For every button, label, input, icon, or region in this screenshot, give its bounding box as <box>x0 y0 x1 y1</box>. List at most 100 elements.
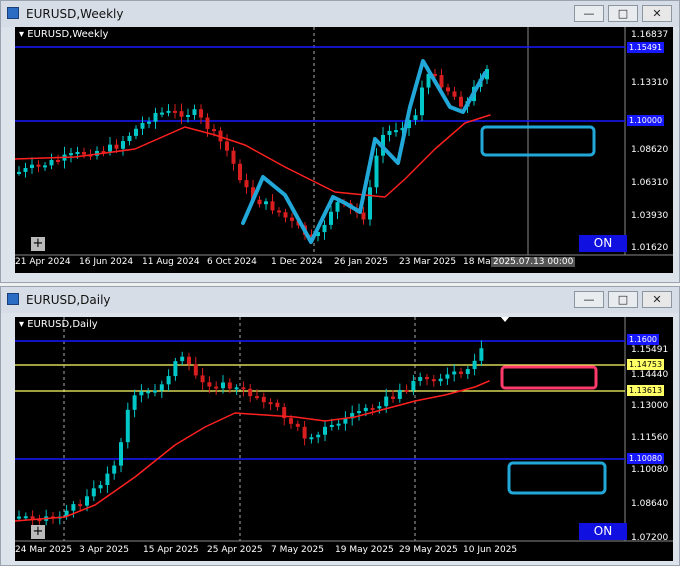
candle-body <box>459 371 463 374</box>
candle-body <box>119 442 123 466</box>
candle-body <box>438 378 443 382</box>
candle-body <box>207 382 212 387</box>
candle-body <box>241 387 246 390</box>
plus-icon[interactable]: + <box>31 237 45 251</box>
candle-body <box>192 109 197 115</box>
candle-body <box>114 144 119 149</box>
candle-body <box>214 386 219 389</box>
plus-icon[interactable]: + <box>31 525 45 539</box>
candle-body <box>329 211 333 225</box>
candle-body <box>187 356 191 365</box>
on-toggle-button[interactable]: ON <box>579 235 627 252</box>
candle-body <box>193 364 198 376</box>
candle-body <box>234 387 239 390</box>
candle-body <box>370 407 375 410</box>
candle-body <box>173 361 178 377</box>
candle-body <box>179 111 184 117</box>
candle-body <box>404 389 409 392</box>
daily-chart-label-text: EURUSD,Daily <box>27 319 98 330</box>
daily-window-title: EURUSD,Daily <box>26 293 111 307</box>
weekly-candlestick-plot <box>15 27 673 256</box>
candle-body <box>91 488 96 497</box>
candle-body <box>43 165 47 168</box>
candle-body <box>391 396 395 399</box>
candle-body <box>394 130 398 133</box>
candle-body <box>75 152 80 155</box>
minimize-button[interactable]: — <box>574 291 604 308</box>
date-label: 26 Jan 2025 <box>334 257 388 267</box>
candle-body <box>146 391 151 394</box>
minimize-button[interactable]: — <box>574 5 604 22</box>
target-zone-box <box>480 125 596 157</box>
candle-body <box>78 504 83 507</box>
candle-body <box>225 141 229 151</box>
candle-body <box>17 171 21 174</box>
date-label: 24 Mar 2025 <box>15 545 73 555</box>
candle-body <box>173 110 177 113</box>
candle-body <box>147 121 151 124</box>
candle-body <box>411 380 416 391</box>
close-button[interactable]: ✕ <box>642 5 672 22</box>
candle-body <box>357 411 361 414</box>
candle-body <box>127 135 132 142</box>
candle-body <box>479 348 484 361</box>
candle-body <box>465 369 470 374</box>
date-label: 18 Ma <box>463 257 491 267</box>
maximize-button[interactable]: □ <box>608 291 638 308</box>
candle-body <box>82 152 86 155</box>
candle-body <box>289 418 293 424</box>
candle-body <box>425 377 429 380</box>
candle-body <box>248 388 253 397</box>
candle-body <box>431 379 436 382</box>
candle-body <box>413 115 418 120</box>
candle-body <box>309 437 314 440</box>
date-label: 25 Apr 2025 <box>207 545 263 555</box>
daily-chart-area[interactable]: ▾ EURUSD,Daily 1.1600 1.15491 1.14753 1.… <box>15 317 673 561</box>
weekly-chart-area[interactable]: ▾ EURUSD,Weekly 1.16837 1.15491 1.13310 … <box>15 27 673 273</box>
candle-body <box>159 384 164 391</box>
resistance-zone-box <box>500 365 598 390</box>
price-label: 1.08620 <box>631 145 669 155</box>
date-label: 29 May 2025 <box>399 545 458 555</box>
candle-body <box>160 112 164 115</box>
close-button[interactable]: ✕ <box>642 291 672 308</box>
candle-body <box>153 390 157 393</box>
price-label: 1.14440 <box>631 370 669 380</box>
candle-body <box>452 91 457 97</box>
candle-body <box>140 122 145 129</box>
price-label: 1.10080 <box>631 465 669 475</box>
candle-body <box>323 426 327 435</box>
candle-body <box>452 371 457 375</box>
candle-body <box>244 180 249 188</box>
date-label: 21 Apr 2024 <box>15 257 71 267</box>
candle-body <box>108 144 112 152</box>
date-label: 3 Apr 2025 <box>79 545 129 555</box>
candle-body <box>472 360 477 370</box>
chart-window-icon <box>7 7 19 19</box>
date-label: 19 May 2025 <box>335 545 394 555</box>
weekly-chart-window: EURUSD,Weekly — □ ✕ ▾ EURUSD,Weekly 1.16… <box>0 0 680 283</box>
candle-body <box>125 409 130 443</box>
candle-body <box>49 160 54 166</box>
candle-body <box>316 434 321 438</box>
date-label: 11 Aug 2024 <box>142 257 200 267</box>
on-toggle-button[interactable]: ON <box>579 523 627 540</box>
candle-body <box>268 402 273 405</box>
maximize-button[interactable]: □ <box>608 5 638 22</box>
candle-body <box>166 110 171 113</box>
candle-body <box>270 201 275 211</box>
candle-body <box>98 484 103 489</box>
weekly-titlebar[interactable]: EURUSD,Weekly — □ ✕ <box>1 1 679 27</box>
candle-body <box>374 155 379 188</box>
date-label: 16 Jun 2024 <box>79 257 134 267</box>
daily-candlestick-plot <box>15 317 673 542</box>
candle-body <box>275 402 280 408</box>
weekly-chart-label: ▾ EURUSD,Weekly <box>19 29 109 40</box>
candle-body <box>166 376 171 385</box>
date-label: 15 Apr 2025 <box>143 545 199 555</box>
date-label: 1 Dec 2024 <box>271 257 323 267</box>
daily-titlebar[interactable]: EURUSD,Daily — □ ✕ <box>1 287 679 313</box>
candle-body <box>153 112 158 122</box>
daily-chart-label: ▾ EURUSD,Daily <box>19 319 98 330</box>
price-tag: 1.10080 <box>627 453 665 464</box>
